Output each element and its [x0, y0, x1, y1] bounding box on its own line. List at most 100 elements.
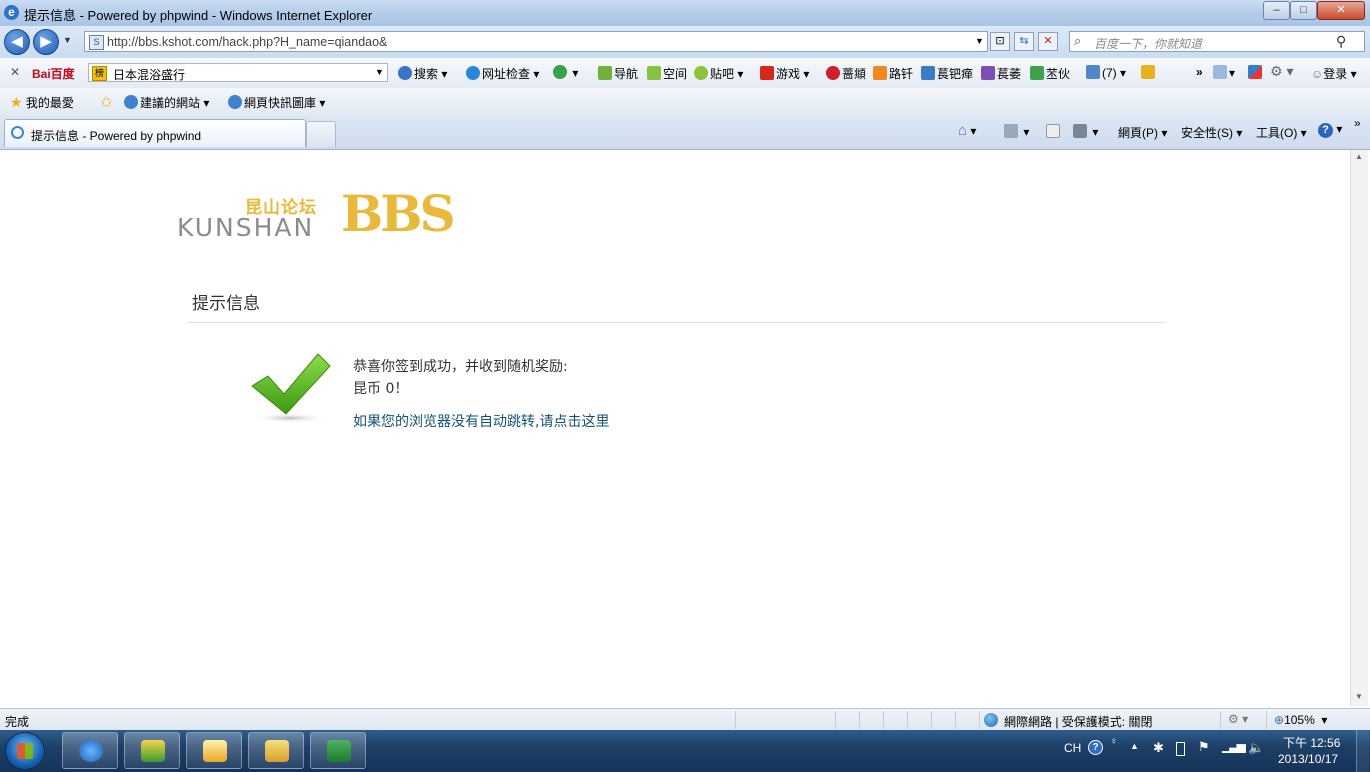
tools-menu-button[interactable]: 工具(O) ▾ — [1256, 124, 1307, 141]
maximize-button[interactable]: □ — [1290, 1, 1317, 20]
clock-time[interactable]: 下午 12:56 — [1283, 734, 1340, 751]
forward-button[interactable]: ▶ — [33, 29, 59, 55]
excel-icon — [327, 740, 351, 762]
divider — [979, 711, 980, 729]
popup-blocker-icon[interactable]: ⚙ ▾ — [1228, 712, 1248, 726]
search-go-icon[interactable]: ⚲ — [1336, 33, 1346, 50]
taskbar-excel-button[interactable] — [310, 732, 366, 769]
add-favorite-icon[interactable]: ✩ — [100, 93, 113, 111]
baidu-toolbar: ✕ Bai百度 榜 日本混浴盛行 ▼ 搜索 ▾ 网址检查 ▾ ▾ 导航 空间 贴… — [0, 58, 1370, 89]
volume-muted-icon[interactable]: 🔈 — [1248, 740, 1264, 756]
toolbar-item-7[interactable]: 路钎 — [873, 65, 913, 82]
book-icon — [1030, 66, 1044, 80]
print-button[interactable]: ▾ — [1073, 124, 1098, 139]
shield-question-icon — [466, 66, 480, 80]
toolbar-games-button[interactable]: 游戏 ▾ — [760, 65, 809, 82]
toolbar-pen-icon[interactable] — [1141, 65, 1157, 80]
show-desktop-button[interactable] — [1356, 730, 1369, 772]
show-hidden-icons-icon[interactable]: ▲ — [1130, 741, 1139, 751]
tab-active[interactable]: 提示信息 - Powered by phpwind — [4, 119, 306, 147]
close-button[interactable]: ✕ — [1317, 1, 1365, 20]
ime-icon[interactable]: ♀ — [1110, 736, 1118, 747]
success-checkmark-icon — [251, 353, 331, 423]
favorites-button[interactable]: ★ 我的最愛 — [10, 94, 74, 111]
toolbar-tieba-button[interactable]: 贴吧 ▾ — [694, 65, 743, 82]
address-bar[interactable]: S http://bbs.kshot.com/hack.php?H_name=q… — [84, 31, 988, 52]
toolbar-globe-button[interactable]: ▾ — [553, 65, 578, 80]
feeds-button[interactable]: ▾ — [1004, 124, 1029, 139]
rss-icon — [1004, 124, 1018, 138]
toolbar-gear-icon[interactable]: ⚙ ▾ — [1270, 63, 1293, 80]
magnifier-icon — [398, 66, 412, 80]
smile-icon — [873, 66, 887, 80]
combo-dropdown-icon[interactable]: ▼ — [375, 67, 384, 77]
tieba-icon — [694, 66, 708, 80]
chevron-more-icon[interactable]: » — [1354, 116, 1361, 130]
taskbar-folder-button[interactable] — [248, 732, 304, 769]
star-icon: ★ — [10, 94, 23, 110]
windows-logo-icon — [17, 743, 33, 759]
toolbar-close-icon[interactable]: ✕ — [10, 65, 20, 79]
toolbar-item-9[interactable]: 萇萎 — [981, 65, 1021, 82]
minimize-button[interactable]: – — [1263, 1, 1290, 20]
scroll-up-icon[interactable]: ▲ — [1355, 152, 1363, 161]
toolbar-item-10[interactable]: 苤伙 — [1030, 65, 1070, 82]
stop-button[interactable]: ✕ — [1038, 32, 1058, 51]
address-dropdown-icon[interactable]: ▼ — [975, 36, 984, 46]
search-icon: ⌕ — [1074, 33, 1082, 48]
toolbar-more-icon[interactable]: » — [1196, 65, 1203, 79]
toolbar-space-button[interactable]: 空间 — [647, 65, 687, 82]
security-zone-text[interactable]: 網際網路 | 受保護模式: 關閉 — [1004, 713, 1152, 730]
taskbar-outlook-button[interactable] — [186, 732, 242, 769]
toolbar-k-icon[interactable] — [1248, 65, 1264, 80]
redirect-link[interactable]: 如果您的浏览器没有自动跳转,请点击这里 — [353, 411, 609, 431]
scroll-down-icon[interactable]: ▼ — [1355, 692, 1363, 701]
network-signal-icon[interactable]: ▁▃▅ — [1222, 739, 1246, 753]
zoom-control[interactable]: ⊕105% ▾ — [1274, 713, 1327, 727]
tab-title: 提示信息 - Powered by phpwind — [31, 129, 202, 143]
toolbar-url-check-button[interactable]: 网址检查 ▾ — [466, 65, 539, 82]
compat-view-button[interactable]: ⊡ — [990, 32, 1010, 51]
divider — [835, 711, 836, 729]
logo-bbs: BBS — [341, 184, 456, 243]
toolbar-item-6[interactable]: 蔷頫 — [826, 65, 866, 82]
baidu-search-combo[interactable]: 榜 日本混浴盛行 ▼ — [88, 63, 388, 82]
refresh-button[interactable]: ⇆ — [1014, 32, 1034, 51]
home-button[interactable]: ⌂ ▾ — [958, 122, 976, 139]
toolbar-nav-button[interactable]: 导航 — [598, 65, 638, 82]
history-dropdown-icon[interactable]: ▼ — [63, 35, 72, 45]
search-box[interactable]: ⌕ 百度一下，你就知道 ⚲ — [1069, 31, 1365, 52]
mail-button[interactable] — [1046, 124, 1062, 139]
action-center-flag-icon[interactable]: ⚑ — [1198, 739, 1210, 755]
help-button[interactable]: ? ▾ — [1318, 122, 1342, 138]
hao-icon — [598, 66, 612, 80]
divider — [883, 711, 884, 729]
window-title: 提示信息 - Powered by phpwind - Windows Inte… — [24, 8, 373, 23]
clock-date[interactable]: 2013/10/17 — [1278, 752, 1338, 766]
taskbar-ie-button[interactable] — [62, 732, 118, 769]
help-icon[interactable]: ? — [1088, 740, 1103, 755]
hd-icon — [981, 66, 995, 80]
vertical-scrollbar[interactable]: ▲ ▼ — [1350, 150, 1368, 706]
site-logo[interactable]: 昆山论坛 KUNSHAN BBS — [175, 187, 456, 243]
bluetooth-icon[interactable]: ✱ — [1153, 740, 1164, 756]
user-icon: ☺ — [1311, 67, 1324, 81]
suggested-sites-link[interactable]: 建議的網站 ▾ — [124, 94, 209, 111]
safety-menu-button[interactable]: 安全性(S) ▾ — [1181, 124, 1242, 141]
toolbar-mail-button[interactable]: (7) ▾ — [1086, 65, 1126, 80]
toolbar-item-8[interactable]: 萇钯瘅 — [921, 65, 973, 82]
back-button[interactable]: ◀ — [4, 29, 30, 55]
page-favicon-icon: S — [89, 35, 104, 50]
language-indicator[interactable]: CH — [1064, 741, 1081, 755]
toolbar-search-button[interactable]: 搜索 ▾ — [398, 65, 447, 82]
web-slice-gallery-link[interactable]: 網頁快訊圖庫 ▾ — [228, 94, 325, 111]
start-button[interactable] — [5, 732, 45, 770]
battery-icon[interactable] — [1176, 742, 1185, 756]
loading-icon — [11, 126, 24, 139]
page-menu-button[interactable]: 網頁(P) ▾ — [1118, 124, 1167, 141]
toolbar-login-button[interactable]: ☺登录 ▾ — [1311, 65, 1357, 82]
new-tab-button[interactable] — [306, 121, 336, 147]
toolbar-grid-icon[interactable]: ▾ — [1213, 65, 1235, 80]
taskbar-app-button[interactable] — [124, 732, 180, 769]
baidu-logo[interactable]: Bai百度 — [32, 65, 75, 82]
